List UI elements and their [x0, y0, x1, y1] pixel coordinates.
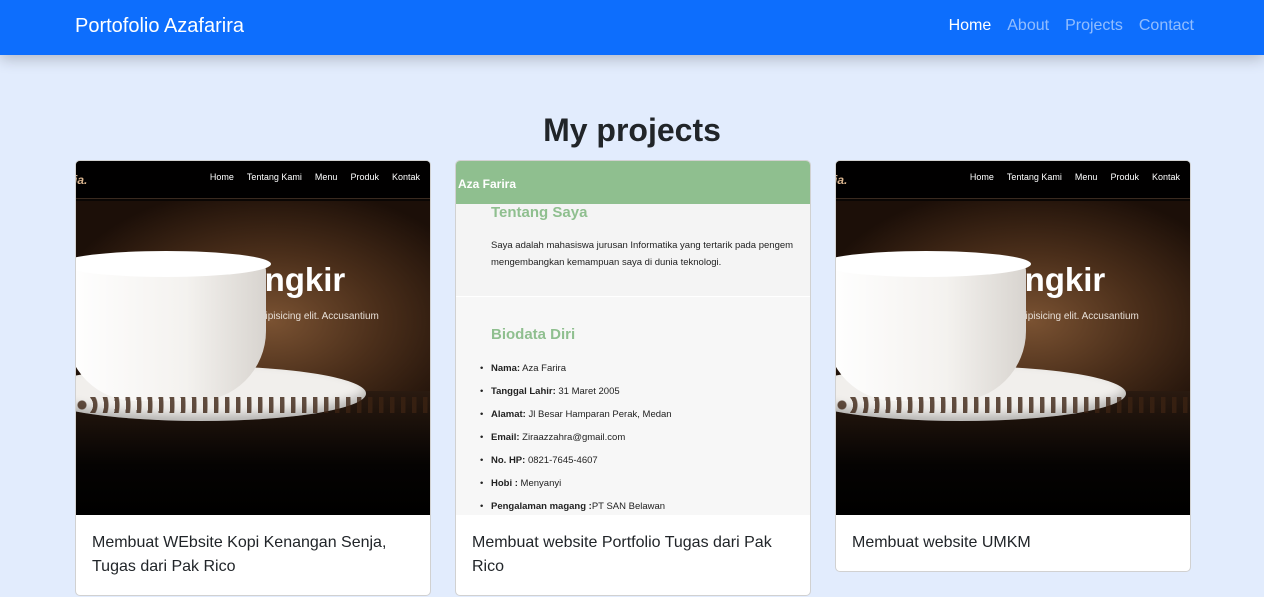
preview-nav-item: Kontak	[391, 172, 420, 182]
preview-bio-item: Hobi : Menyanyi	[480, 475, 672, 498]
preview-nav-item: Produk	[350, 172, 379, 182]
preview-about-text: Saya adalah mahasiswa jurusan Informatik…	[491, 240, 794, 251]
nav-link-about[interactable]: About	[1007, 17, 1049, 35]
preview-logo: ja.	[76, 173, 88, 187]
preview-navbar: Aza Farira	[456, 161, 810, 204]
cup-graphic	[76, 261, 266, 401]
navbar-brand[interactable]: Portofolio Azafarira	[75, 15, 244, 38]
preview-nav-item: Menu	[1074, 172, 1098, 182]
preview-bio-item: Pengalaman magang :PT SAN Belawan	[480, 498, 672, 515]
preview-bio-item: No. HP: 0821-7645-4607	[480, 452, 672, 475]
projects-title: My projects	[543, 112, 721, 148]
preview-bio-list: Nama: Aza Farira Tanggal Lahir: 31 Maret…	[480, 360, 672, 515]
preview-navbar: ja. Home Tentang Kami Menu Produk Kontak	[76, 161, 430, 199]
nav-link-contact[interactable]: Contact	[1139, 17, 1194, 35]
cup-graphic	[836, 261, 1026, 401]
nav-link-home[interactable]: Home	[949, 17, 992, 35]
preview-bio-item: Tanggal Lahir: 31 Maret 2005	[480, 383, 672, 406]
preview-nav-item: Menu	[314, 172, 338, 182]
project-caption: Membuat website UMKM	[852, 534, 1031, 551]
preview-nav-item: Tentang Kami	[1006, 172, 1062, 182]
preview-brand: Aza Farira	[458, 177, 517, 191]
preview-bio-item: Nama: Aza Farira	[480, 360, 672, 383]
preview-bio-item: Email: Ziraazzahra@gmail.com	[480, 429, 672, 452]
preview-nav-item: Kontak	[1151, 172, 1180, 182]
project-card[interactable]: Aza Farira Tentang Saya Saya adalah maha…	[455, 160, 811, 596]
project-card[interactable]: ja. Home Tentang Kami Menu Produk Kontak…	[75, 160, 431, 596]
preview-about-title: Tentang Saya	[491, 204, 588, 221]
preview-logo: ja.	[836, 173, 848, 187]
nav-link-projects[interactable]: Projects	[1065, 17, 1123, 35]
preview-nav-item: Home	[209, 172, 234, 182]
coffee-beans-graphic	[836, 397, 1190, 413]
preview-bio-item: Alamat: Jl Besar Hamparan Perak, Medan	[480, 406, 672, 429]
coffee-beans-graphic	[76, 397, 430, 413]
nav-links: Home About Projects Contact	[949, 17, 1194, 35]
preview-nav-item: Produk	[1110, 172, 1139, 182]
preview-navbar: ja. Home Tentang Kami Menu Produk Kontak	[836, 161, 1190, 199]
project-card[interactable]: ja. Home Tentang Kami Menu Produk Kontak…	[835, 160, 1191, 572]
project-caption: Membuat website Portfolio Tugas dari Pak…	[472, 534, 772, 575]
preview-nav-item: Home	[969, 172, 994, 182]
preview-nav-item: Tentang Kami	[246, 172, 302, 182]
project-preview-image: Aza Farira Tentang Saya Saya adalah maha…	[456, 161, 810, 515]
project-preview-image: ja. Home Tentang Kami Menu Produk Kontak…	[76, 161, 430, 515]
preview-bio-title: Biodata Diri	[491, 326, 576, 343]
preview-about-text: mengembangkan kemampuan saya di dunia te…	[491, 257, 722, 268]
project-preview-image: ja. Home Tentang Kami Menu Produk Kontak…	[836, 161, 1190, 515]
navbar: Portofolio Azafarira Home About Projects…	[0, 0, 1264, 55]
project-caption: Membuat WEbsite Kopi Kenangan Senja, Tug…	[92, 534, 387, 575]
